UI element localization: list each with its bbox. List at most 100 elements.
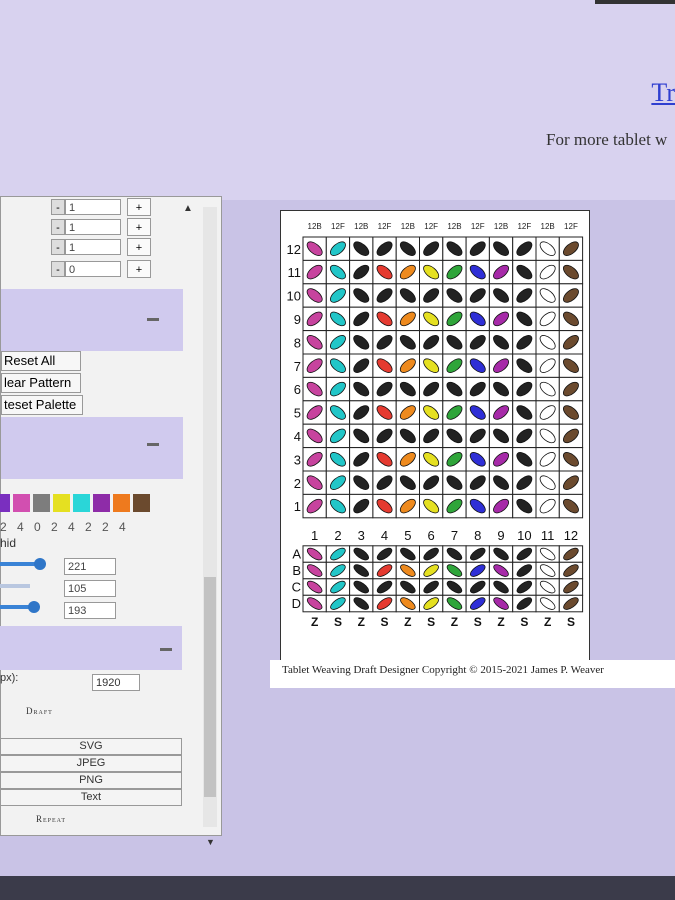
column-number: 11 xyxy=(541,528,555,543)
collapse-minus-icon[interactable] xyxy=(147,318,159,321)
section-header[interactable] xyxy=(0,626,182,670)
stepper-row: - 1 + xyxy=(51,217,151,237)
row-number: 5 xyxy=(294,406,301,421)
stepper-value-field[interactable]: 1 xyxy=(65,199,121,215)
twist-label: Z xyxy=(311,615,318,629)
twist-label: S xyxy=(567,615,575,629)
increment-button[interactable]: + xyxy=(127,218,151,236)
increment-button[interactable]: + xyxy=(127,238,151,256)
palette-swatch[interactable] xyxy=(73,494,90,512)
stepper-row: - 0 + xyxy=(51,259,151,279)
hole-label: D xyxy=(292,596,301,611)
top-edge-bar xyxy=(595,0,675,4)
column-number: 3 xyxy=(358,528,365,543)
column-number: 5 xyxy=(404,528,411,543)
column-number: 12 xyxy=(564,528,578,543)
reset-palette-button[interactable]: teset Palette xyxy=(1,395,83,415)
decrement-button[interactable]: - xyxy=(51,219,65,235)
row-number: 10 xyxy=(287,289,301,304)
twist-label: S xyxy=(381,615,389,629)
pick-label: 12B xyxy=(308,222,322,231)
export-png-button[interactable]: PNG xyxy=(0,772,182,789)
hidden-label: hid xyxy=(0,536,17,550)
section-header[interactable] xyxy=(1,417,183,479)
hole-label: C xyxy=(292,580,301,595)
blue-slider-knob[interactable] xyxy=(28,601,40,613)
column-number: 10 xyxy=(517,528,531,543)
increment-button[interactable]: + xyxy=(127,198,151,216)
pick-label: 12F xyxy=(517,222,531,231)
increment-button[interactable]: + xyxy=(127,260,151,278)
export-jpeg-button[interactable]: JPEG xyxy=(0,755,182,772)
column-number: 7 xyxy=(451,528,458,543)
decrement-button[interactable]: - xyxy=(51,199,65,215)
scroll-up-arrow-icon[interactable]: ▲ xyxy=(183,203,193,214)
color-palette xyxy=(0,494,153,512)
pick-label: 12F xyxy=(471,222,485,231)
page-title-link[interactable]: Tr xyxy=(651,78,675,108)
pick-label: 12F xyxy=(424,222,438,231)
clear-pattern-button[interactable]: lear Pattern xyxy=(1,373,81,393)
row-number: 3 xyxy=(294,452,301,467)
twist-label: Z xyxy=(451,615,458,629)
decrement-button[interactable]: - xyxy=(51,239,65,255)
collapse-minus-icon[interactable] xyxy=(147,443,159,446)
palette-count-row: 2 4 0 2 4 2 2 4 xyxy=(0,520,127,534)
blue-value-field[interactable]: 193 xyxy=(64,602,116,619)
pick-label: 12B xyxy=(447,222,461,231)
draft-canvas: 12B 12F 12B 12F 12B 12F 12B 12F 12B 12F 12B 12F 12 11… xyxy=(280,210,590,662)
width-label: px): xyxy=(0,672,19,684)
collapse-minus-icon[interactable] xyxy=(160,648,172,651)
twist-label: S xyxy=(474,615,482,629)
repeat-heading: Repeat xyxy=(36,814,67,824)
twist-label: Z xyxy=(544,615,551,629)
draft-heading: Draft xyxy=(26,706,53,716)
pick-label: 12F xyxy=(378,222,392,231)
palette-swatch[interactable] xyxy=(133,494,150,512)
image-width-field[interactable]: 1920 xyxy=(92,674,140,691)
column-number: 9 xyxy=(497,528,504,543)
copyright-text: Tablet Weaving Draft Designer Copyright … xyxy=(282,664,604,676)
row-number: 1 xyxy=(294,499,301,514)
stepper-row: - 1 + xyxy=(51,237,151,257)
palette-swatch[interactable] xyxy=(13,494,30,512)
export-svg-button[interactable]: SVG xyxy=(0,738,182,755)
export-text-button[interactable]: Text xyxy=(0,789,182,806)
palette-swatch[interactable] xyxy=(33,494,50,512)
palette-swatch[interactable] xyxy=(53,494,70,512)
scroll-down-arrow-icon[interactable]: ▼ xyxy=(206,837,215,847)
row-number: 7 xyxy=(294,359,301,374)
twist-label: S xyxy=(334,615,342,629)
row-number: 11 xyxy=(288,265,302,280)
red-slider-knob[interactable] xyxy=(34,558,46,570)
draft-svg: 12B 12F 12B 12F 12B 12F 12B 12F 12B 12F 12B 12F1211… xyxy=(287,222,584,629)
stepper-value-field[interactable]: 1 xyxy=(65,219,121,235)
pick-label: 12B xyxy=(541,222,555,231)
red-value-field[interactable]: 221 xyxy=(64,558,116,575)
palette-swatch[interactable] xyxy=(93,494,110,512)
panel-scrollbar-thumb[interactable] xyxy=(204,577,216,797)
twist-label: Z xyxy=(404,615,411,629)
row-number: 8 xyxy=(294,335,301,350)
green-value-field[interactable]: 105 xyxy=(64,580,116,597)
twist-label: Z xyxy=(358,615,365,629)
column-number: 8 xyxy=(474,528,481,543)
row-number: 6 xyxy=(294,382,301,397)
taskbar xyxy=(0,876,675,900)
green-slider-track[interactable] xyxy=(0,584,30,588)
stepper-value-field[interactable]: 0 xyxy=(65,261,121,277)
decrement-button[interactable]: - xyxy=(51,261,65,277)
stepper-value-field[interactable]: 1 xyxy=(65,239,121,255)
reset-all-button[interactable]: Reset All xyxy=(1,351,81,371)
column-number: 4 xyxy=(381,528,388,543)
column-number: 6 xyxy=(428,528,435,543)
twist-label: S xyxy=(520,615,528,629)
twist-label: S xyxy=(427,615,435,629)
pick-label: 12F xyxy=(564,222,578,231)
column-number: 2 xyxy=(334,528,341,543)
palette-swatch[interactable] xyxy=(113,494,130,512)
palette-swatch[interactable] xyxy=(0,494,10,512)
row-number: 12 xyxy=(287,242,301,257)
row-number: 9 xyxy=(294,312,301,327)
pick-label: 12B xyxy=(354,222,368,231)
